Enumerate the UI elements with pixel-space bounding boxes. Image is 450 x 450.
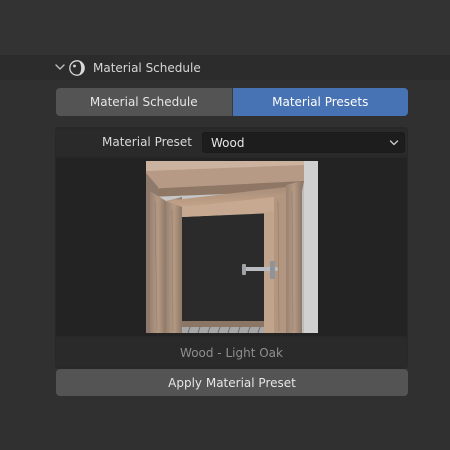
tab-material-schedule[interactable]: Material Schedule	[56, 88, 233, 116]
material-preset-label: Material Preset	[102, 135, 192, 149]
door-preview-icon[interactable]	[146, 161, 318, 333]
shader-ball-icon	[69, 60, 85, 76]
panel-title: Material Schedule	[93, 61, 201, 75]
apply-material-preset-button[interactable]: Apply Material Preset	[56, 369, 408, 396]
properties-top-area	[0, 0, 450, 55]
material-preset-dropdown[interactable]: Wood	[202, 132, 405, 153]
tab-bar: Material Schedule Material Presets	[56, 88, 408, 116]
chevron-down-icon[interactable]	[54, 59, 66, 75]
material-preset-value: Wood	[211, 136, 245, 150]
preview-caption: Wood - Light Oak	[180, 346, 283, 360]
chevron-down-icon	[389, 140, 399, 146]
tab-material-presets[interactable]: Material Presets	[232, 88, 408, 116]
